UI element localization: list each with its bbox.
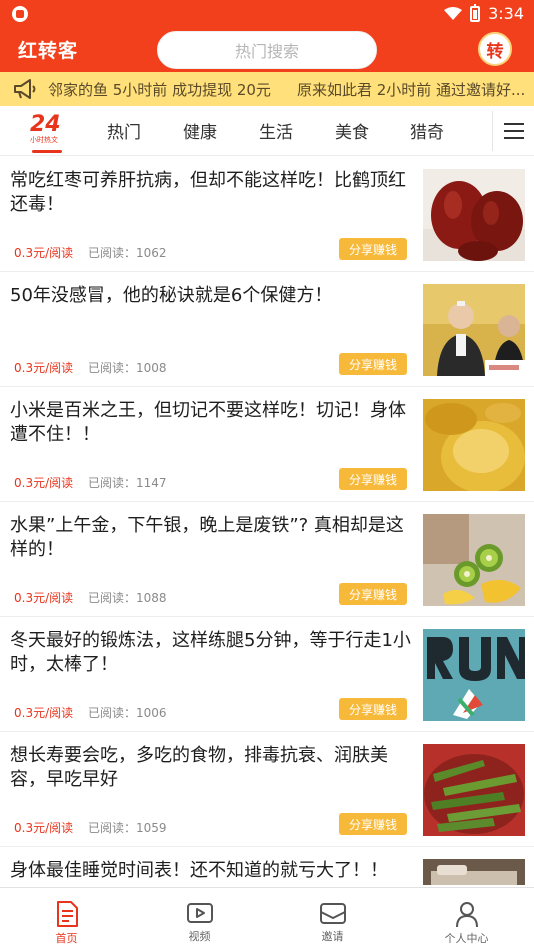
reads-label: 已阅读： bbox=[88, 591, 137, 605]
reads-count: 1006 bbox=[136, 706, 167, 720]
article-reads: 已阅读：1062 bbox=[88, 244, 167, 261]
article-title: 小米是百米之王，但切记不要这样吃！切记！身体遭不住！！ bbox=[10, 400, 406, 445]
sign-badge-text: 转 bbox=[486, 41, 504, 62]
share-earn-button[interactable]: 分享赚钱 bbox=[339, 468, 407, 490]
article-price: 0.3元/阅读 bbox=[14, 476, 74, 490]
wifi-icon bbox=[444, 6, 463, 20]
nav-invite-label: 邀请 bbox=[321, 930, 344, 943]
article-thumbnail-elderly-men bbox=[423, 284, 525, 376]
tab-food[interactable]: 美食 bbox=[335, 118, 369, 143]
announcement-marquee[interactable]: 邻家的鱼 5小时前 成功提现 20元 原来如此君 2小时前 通过邀请好... bbox=[0, 72, 534, 106]
app-notification-icon bbox=[12, 6, 28, 22]
tab-life[interactable]: 生活 bbox=[259, 118, 293, 143]
bottom-navigation: 首页 视频 邀请 个人中心 bbox=[0, 887, 534, 949]
tab-health[interactable]: 健康 bbox=[183, 118, 217, 143]
article-item[interactable]: 50年没感冒，他的秘诀就是6个保健方！ 0.3元/阅读 已阅读：1008 分享赚… bbox=[0, 272, 534, 387]
article-item[interactable]: 想长寿要会吃，多吃的食物，排毒抗衰、润肤美容，早吃早好 0.3元/阅读 已阅读：… bbox=[0, 732, 534, 847]
article-item[interactable]: 身体最佳睡觉时间表！还不知道的就亏大了！！ bbox=[0, 847, 534, 885]
search-placeholder: 热门搜索 bbox=[234, 42, 299, 61]
article-item[interactable]: 常吃红枣可养肝抗病，但却不能这样吃！比鹤顶红还毒！ 0.3元/阅读 已阅读：10… bbox=[0, 157, 534, 272]
article-price: 0.3元/阅读 bbox=[14, 821, 74, 835]
app-title: 红转客 bbox=[18, 40, 79, 62]
category-tabs: 24 小时热文 热门 健康 生活 美食 猎奇 bbox=[0, 106, 534, 156]
article-thumbnail-okra bbox=[423, 744, 525, 836]
tab-curious[interactable]: 猎奇 bbox=[410, 118, 444, 143]
nav-profile[interactable]: 个人中心 bbox=[400, 888, 533, 949]
article-price: 0.3元/阅读 bbox=[14, 706, 74, 720]
article-title: 想长寿要会吃，多吃的食物，排毒抗衰、润肤美容，早吃早好 bbox=[10, 745, 388, 790]
reads-count: 1059 bbox=[136, 821, 167, 835]
reads-label: 已阅读： bbox=[88, 361, 137, 375]
reads-label: 已阅读： bbox=[88, 476, 137, 490]
video-icon bbox=[186, 903, 213, 923]
article-item[interactable]: 小米是百米之王，但切记不要这样吃！切记！身体遭不住！！ 0.3元/阅读 已阅读：… bbox=[0, 387, 534, 502]
reads-label: 已阅读： bbox=[88, 246, 137, 260]
app-header: 红转客 热门搜索 转 bbox=[0, 28, 534, 72]
megaphone-icon bbox=[14, 79, 36, 99]
tab-24-logo-number: 24 bbox=[30, 112, 61, 137]
tab-hot[interactable]: 热门 bbox=[107, 118, 141, 143]
article-item[interactable]: 冬天最好的锻炼法，这样练腿5分钟，等于行走1小时，太棒了！ 0.3元/阅读 已阅… bbox=[0, 617, 534, 732]
status-bar: 3:34 bbox=[0, 0, 534, 28]
nav-video[interactable]: 视频 bbox=[133, 888, 266, 949]
nav-home[interactable]: 首页 bbox=[0, 888, 133, 949]
home-doc-icon bbox=[56, 901, 78, 927]
nav-home-label: 首页 bbox=[55, 932, 78, 945]
tab-24-logo-sub: 小时热文 bbox=[30, 136, 58, 144]
article-thumbnail-kiwi-fruit bbox=[423, 514, 525, 606]
share-earn-button[interactable]: 分享赚钱 bbox=[339, 813, 407, 835]
nav-invite[interactable]: 邀请 bbox=[266, 888, 399, 949]
reads-count: 1008 bbox=[136, 361, 167, 375]
person-icon bbox=[455, 902, 478, 928]
article-thumbnail-red-dates bbox=[423, 169, 525, 261]
reads-label: 已阅读： bbox=[88, 706, 137, 720]
tab-24-hour-hot[interactable]: 24 小时热文 bbox=[30, 114, 64, 154]
reads-count: 1088 bbox=[136, 591, 167, 605]
marquee-message: 原来如此君 2小时前 通过邀请好... bbox=[296, 80, 526, 99]
share-earn-button[interactable]: 分享赚钱 bbox=[339, 238, 407, 260]
reads-count: 1147 bbox=[136, 476, 167, 490]
article-thumbnail-millet bbox=[423, 399, 525, 491]
active-tab-indicator bbox=[32, 150, 62, 153]
battery-icon bbox=[470, 3, 481, 22]
article-title: 身体最佳睡觉时间表！还不知道的就亏大了！！ bbox=[10, 860, 388, 881]
search-input[interactable]: 热门搜索 bbox=[157, 31, 377, 69]
article-reads: 已阅读：1088 bbox=[88, 589, 167, 606]
marquee-message: 邻家的鱼 5小时前 成功提现 20元 bbox=[48, 80, 271, 99]
article-thumbnail-bed bbox=[423, 859, 525, 885]
sign-in-badge-button[interactable]: 转 bbox=[478, 32, 512, 66]
article-reads: 已阅读：1147 bbox=[88, 474, 167, 491]
article-item[interactable]: 水果”上午金，下午银，晚上是废铁”? 真相却是这样的！ 0.3元/阅读 已阅读：… bbox=[0, 502, 534, 617]
invite-envelope-icon bbox=[319, 903, 346, 924]
article-price: 0.3元/阅读 bbox=[14, 591, 74, 605]
nav-profile-label: 个人中心 bbox=[444, 932, 489, 945]
article-title: 冬天最好的锻炼法，这样练腿5分钟，等于行走1小时，太棒了！ bbox=[10, 630, 411, 675]
article-title: 50年没感冒，他的秘诀就是6个保健方！ bbox=[10, 285, 333, 306]
share-earn-button[interactable]: 分享赚钱 bbox=[339, 353, 407, 375]
article-title: 水果”上午金，下午银，晚上是废铁”? 真相却是这样的！ bbox=[10, 515, 404, 560]
article-price: 0.3元/阅读 bbox=[14, 246, 74, 260]
article-price: 0.3元/阅读 bbox=[14, 361, 74, 375]
article-reads: 已阅读：1008 bbox=[88, 359, 167, 376]
article-thumbnail-run-poster bbox=[423, 629, 525, 721]
reads-count: 1062 bbox=[136, 246, 167, 260]
share-earn-button[interactable]: 分享赚钱 bbox=[339, 698, 407, 720]
reads-label: 已阅读： bbox=[88, 821, 137, 835]
menu-icon[interactable] bbox=[492, 111, 534, 151]
article-reads: 已阅读：1006 bbox=[88, 704, 167, 721]
article-title: 常吃红枣可养肝抗病，但却不能这样吃！比鹤顶红还毒！ bbox=[10, 170, 406, 215]
article-list: 常吃红枣可养肝抗病，但却不能这样吃！比鹤顶红还毒！ 0.3元/阅读 已阅读：10… bbox=[0, 157, 534, 885]
share-earn-button[interactable]: 分享赚钱 bbox=[339, 583, 407, 605]
article-reads: 已阅读：1059 bbox=[88, 819, 167, 836]
status-indicators: 3:34 bbox=[444, 3, 524, 23]
status-time: 3:34 bbox=[488, 4, 524, 23]
nav-video-label: 视频 bbox=[188, 930, 211, 943]
